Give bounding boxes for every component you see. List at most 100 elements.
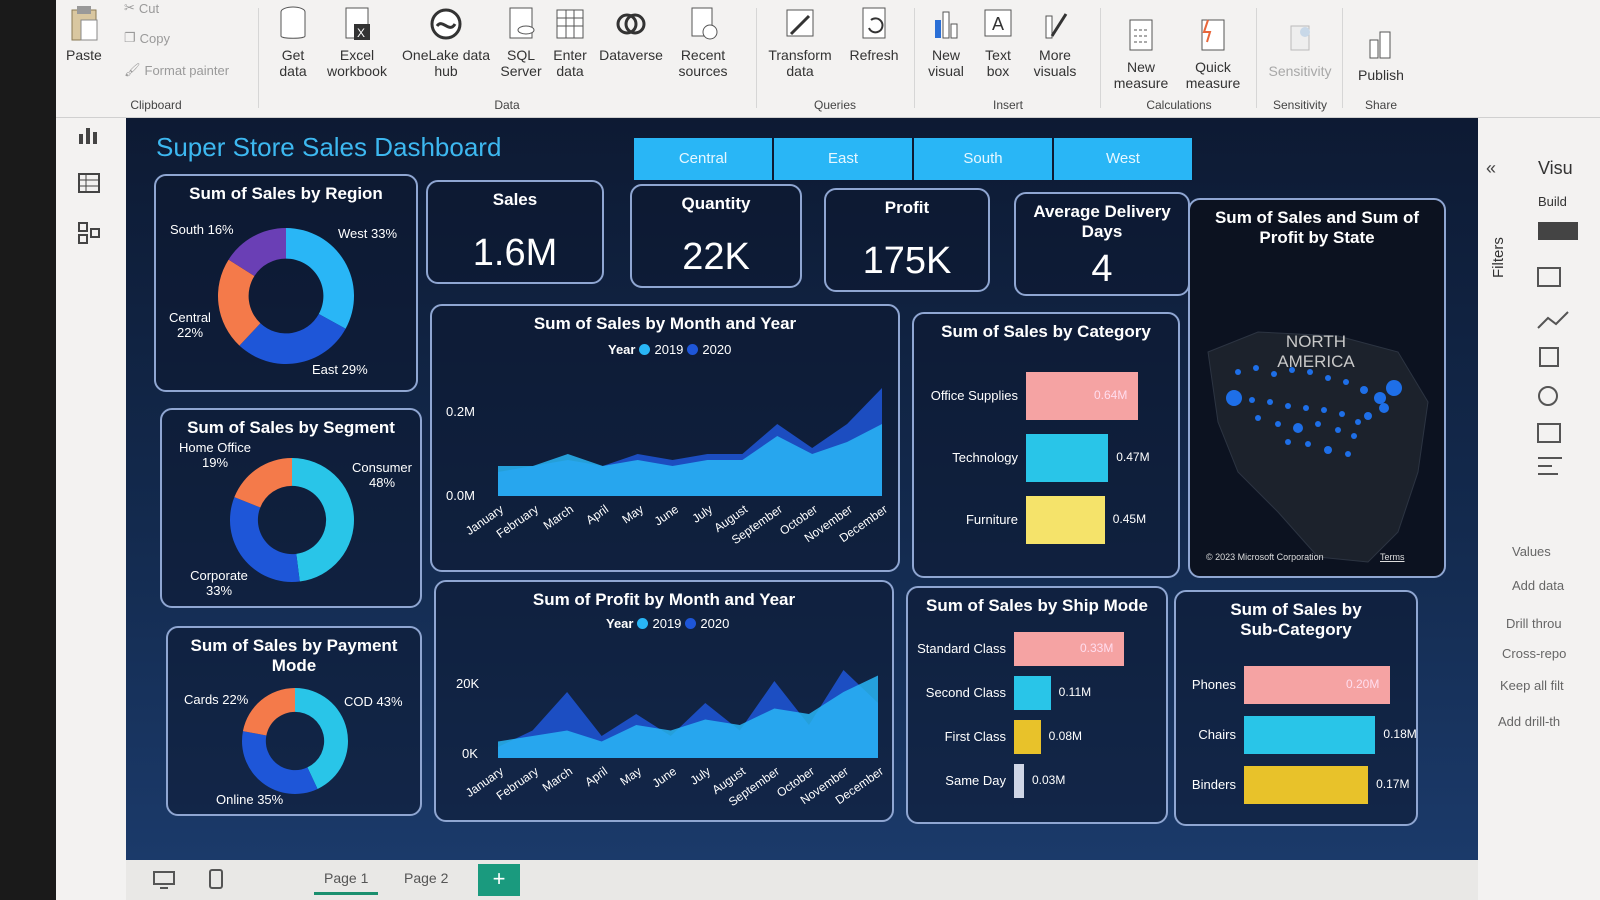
map-bubble[interactable] (1255, 415, 1261, 421)
map-bubble[interactable] (1249, 397, 1255, 403)
bar[interactable] (1014, 764, 1024, 798)
add-page-button[interactable]: + (478, 864, 520, 896)
shipmode-bar-card[interactable]: Sum of Sales by Ship Mode Standard Class… (906, 586, 1168, 824)
map-bubble[interactable] (1285, 403, 1291, 409)
map-bubble[interactable] (1355, 419, 1361, 425)
chart-title: Sum of Sales and Sum of Profit by State (1214, 208, 1420, 247)
page-tab-2[interactable]: Page 2 (404, 870, 448, 886)
slicer-west[interactable]: West (1054, 138, 1194, 180)
map-bubble[interactable] (1324, 446, 1332, 454)
donut-slice[interactable] (286, 228, 354, 329)
map-bubble[interactable] (1360, 386, 1368, 394)
map-bubble[interactable] (1343, 379, 1349, 385)
map-bubble[interactable] (1315, 421, 1321, 427)
table-view-icon[interactable] (76, 170, 102, 196)
map-bubble[interactable] (1325, 375, 1331, 381)
region-donut-chart (218, 228, 354, 364)
brush-icon: 🖌 (124, 62, 141, 77)
refresh-button[interactable]: Refresh (844, 4, 904, 63)
donut-slice[interactable] (242, 688, 295, 736)
visual-type-icons[interactable] (1532, 218, 1592, 508)
sql-server-button[interactable]: SQL Server (498, 4, 544, 79)
desktop-view-icon[interactable] (152, 870, 176, 890)
donut-slice[interactable] (292, 458, 354, 582)
map-bubble[interactable] (1267, 399, 1273, 405)
map-bubble[interactable] (1345, 451, 1351, 457)
legend-swatch (637, 618, 649, 629)
map-bubble[interactable] (1379, 403, 1389, 413)
mobile-view-icon[interactable] (208, 868, 224, 890)
excel-icon: X (345, 7, 370, 40)
bar[interactable] (1026, 496, 1105, 544)
add-drill-through-field[interactable]: Add drill-th (1498, 714, 1560, 729)
get-data-button[interactable]: Get data (268, 4, 318, 79)
format-painter-button[interactable]: 🖌 Format painter (124, 62, 229, 78)
bar-category-label: Furniture (965, 512, 1018, 527)
subcategory-bar-card[interactable]: Sum of Sales by Sub-Category Phones 0.20M… (1174, 590, 1418, 826)
text-box-button[interactable]: A Text box (976, 4, 1020, 79)
category-bar-card[interactable]: Sum of Sales by Category Office Supplies… (912, 312, 1180, 578)
kpi-card-profit[interactable]: Profit 175K (824, 188, 990, 292)
enter-data-button[interactable]: Enter data (548, 4, 592, 79)
page-tab-1[interactable]: Page 1 (314, 870, 379, 895)
region-donut-card[interactable]: Sum of Sales by Region South 16% West 33… (154, 174, 418, 392)
map-bubble[interactable] (1303, 405, 1309, 411)
share-group-label: Share (1364, 98, 1398, 112)
map-bubble[interactable] (1364, 412, 1372, 420)
keep-all-filters-toggle[interactable]: Keep all filt (1500, 678, 1564, 693)
map-bubble[interactable] (1226, 390, 1242, 406)
kpi-card-sales[interactable]: Sales 1.6M (426, 180, 604, 284)
map-bubble[interactable] (1275, 421, 1281, 427)
slicer-east[interactable]: East (774, 138, 914, 180)
kpi-title: Average Delivery Days (1033, 202, 1171, 241)
new-visual-button[interactable]: New visual (918, 4, 974, 79)
map-bubble[interactable] (1335, 427, 1341, 433)
new-measure-button[interactable]: New measure (1108, 16, 1174, 91)
add-data-field[interactable]: Add data (1512, 578, 1564, 593)
bar[interactable] (1014, 676, 1051, 710)
map-bubble[interactable] (1305, 441, 1311, 447)
profit-month-chart-card[interactable]: Sum of Profit by Month and Year Year 201… (434, 580, 894, 822)
map-bubble[interactable] (1339, 411, 1345, 417)
bar[interactable] (1244, 766, 1369, 804)
bar[interactable] (1014, 720, 1041, 754)
build-tab[interactable]: Build (1538, 194, 1567, 209)
map-bubble[interactable] (1235, 369, 1241, 375)
collapse-icon[interactable]: « (1486, 158, 1496, 179)
slicer-central[interactable]: Central (634, 138, 774, 180)
map-bubble[interactable] (1374, 392, 1386, 404)
onelake-button[interactable]: OneLake data hub (398, 4, 494, 79)
map-bubble[interactable] (1285, 439, 1291, 445)
donut-slice[interactable] (242, 731, 318, 794)
kpi-card-delivery-days[interactable]: Average Delivery Days 4 (1014, 192, 1190, 296)
dataverse-button[interactable]: Dataverse (596, 4, 666, 63)
map-bubble[interactable] (1351, 433, 1357, 439)
quick-measure-button[interactable]: Quick measure (1180, 16, 1246, 91)
model-view-icon[interactable] (76, 220, 102, 246)
map-bubble[interactable] (1293, 423, 1303, 433)
transform-data-button[interactable]: Transform data (760, 4, 840, 79)
segment-donut-card[interactable]: Sum of Sales by Segment Home Office 19% … (160, 408, 422, 608)
map-terms-link[interactable]: Terms (1380, 552, 1405, 562)
slicer-south[interactable]: South (914, 138, 1054, 180)
more-visuals-button[interactable]: More visuals (1022, 4, 1088, 79)
sales-month-chart-card[interactable]: Sum of Sales by Month and Year Year 2019… (430, 304, 900, 572)
payment-donut-card[interactable]: Sum of Sales by Payment Mode Cards 22% C… (166, 626, 422, 816)
bar[interactable] (1026, 434, 1109, 482)
paste-button[interactable]: Paste (66, 4, 102, 63)
recent-sources-button[interactable]: Recent sources (668, 4, 738, 79)
cut-button[interactable]: ✂ Cut (124, 0, 159, 16)
state-map-card[interactable]: Sum of Sales and Sum of Profit by State … (1188, 198, 1446, 578)
excel-workbook-button[interactable]: X Excel workbook (322, 4, 392, 79)
report-view-icon[interactable] (76, 122, 102, 148)
map-bubble[interactable] (1386, 380, 1402, 396)
segment-donut-chart (230, 458, 354, 582)
cross-report-toggle[interactable]: Cross-repo (1502, 646, 1566, 661)
filters-pane-label[interactable]: Filters (1490, 237, 1507, 278)
bar[interactable] (1244, 716, 1376, 754)
sensitivity-button[interactable]: Sensitivity (1264, 20, 1336, 79)
map-bubble[interactable] (1321, 407, 1327, 413)
kpi-card-quantity[interactable]: Quantity 22K (630, 184, 802, 288)
copy-button[interactable]: ❐ Copy (124, 30, 170, 46)
publish-button[interactable]: Publish (1350, 24, 1412, 83)
